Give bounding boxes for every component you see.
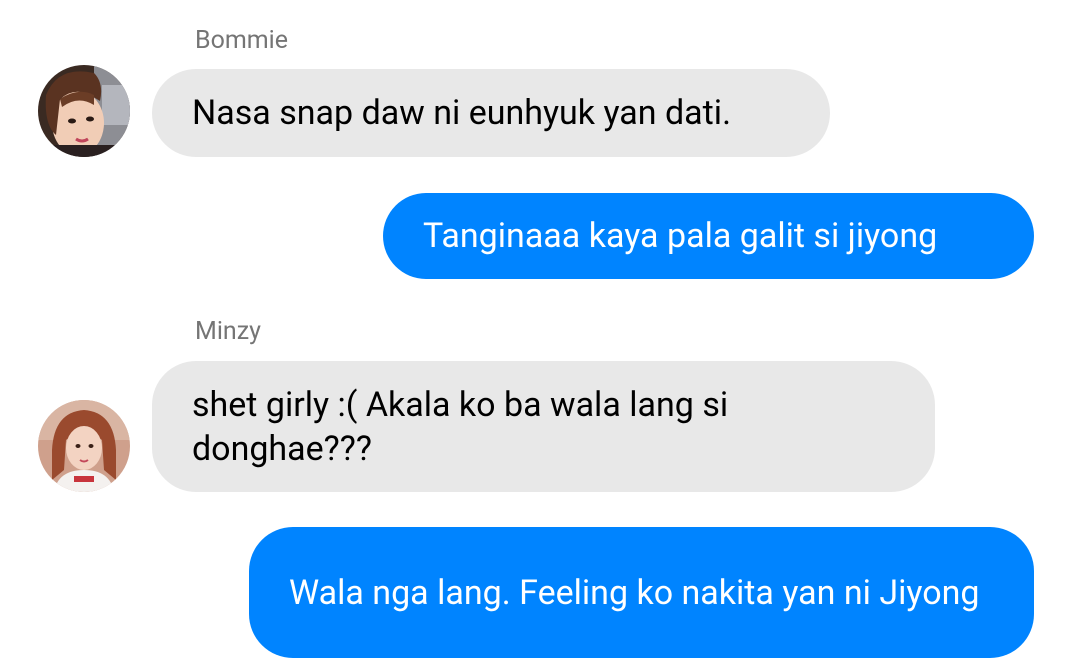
- message-bubble-outgoing[interactable]: Wala nga lang. Feeling ko nakita yan ni …: [249, 527, 1034, 658]
- bommie-avatar[interactable]: [38, 65, 130, 157]
- message-bubble-incoming[interactable]: Nasa snap daw ni eunhyuk yan dati.: [152, 69, 830, 157]
- message-text: shet girly :( Akala ko ba wala lang si d…: [192, 384, 737, 469]
- sender-name-bommie: Bommie: [195, 26, 289, 55]
- message-text: Wala nga lang. Feeling ko nakita yan ni …: [289, 572, 980, 613]
- avatar-photo-icon: [38, 65, 130, 157]
- message-text: Nasa snap daw ni eunhyuk yan dati.: [192, 93, 732, 133]
- message-thread: Bommie Nasa snap daw ni eunhyuk yan dati…: [0, 0, 1080, 671]
- avatar-photo-icon: [38, 400, 130, 492]
- message-text: Tanginaaa kaya pala galit si jiyong: [423, 216, 938, 256]
- message-bubble-incoming[interactable]: shet girly :( Akala ko ba wala lang si d…: [152, 361, 935, 492]
- minzy-avatar[interactable]: [38, 400, 130, 492]
- sender-name-minzy: Minzy: [195, 317, 261, 346]
- message-bubble-outgoing[interactable]: Tanginaaa kaya pala galit si jiyong: [383, 193, 1034, 279]
